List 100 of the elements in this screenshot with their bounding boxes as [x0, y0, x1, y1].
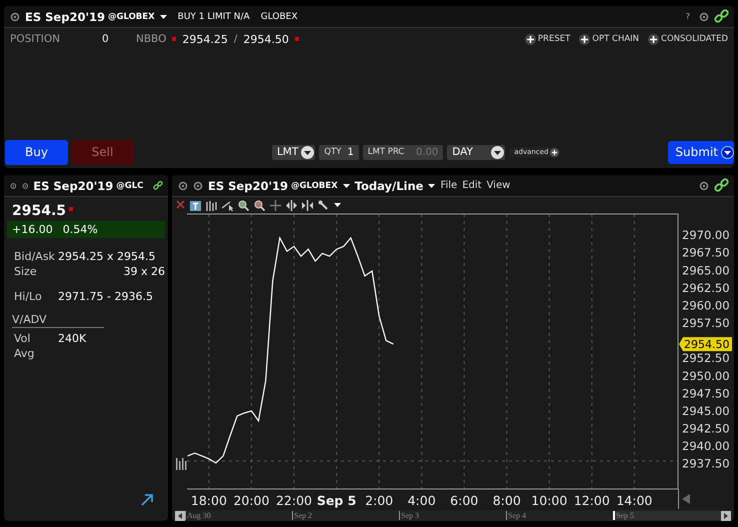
caret-icon[interactable]	[160, 14, 167, 18]
caret-icon[interactable]	[428, 184, 436, 188]
time-in-force-dropdown[interactable]: DAY	[447, 144, 506, 160]
sell-button[interactable]: Sell	[71, 140, 134, 164]
volume-icon	[176, 458, 186, 470]
settings-icon[interactable]	[699, 180, 709, 190]
plus-icon[interactable]	[524, 34, 536, 44]
menu-item[interactable]: View	[486, 180, 510, 191]
quantity-field[interactable]: QTY 1	[319, 144, 359, 160]
exchange-label[interactable]: @GLC	[116, 180, 144, 190]
axis-label: 2:00	[365, 493, 394, 508]
date-label: Sep 3	[399, 511, 506, 520]
price-tag: 2954.50	[679, 337, 732, 352]
symbol-label[interactable]: ES Sep20'19	[33, 178, 114, 192]
field-label: Bid/Ask	[14, 250, 56, 263]
field-label: Hi/Lo	[14, 290, 43, 303]
plus-icon[interactable]	[579, 34, 590, 44]
field-value: 2971.75 - 2936.5	[58, 290, 154, 303]
date-label: Sep 2	[292, 511, 399, 520]
nbbo-label: NBBO	[136, 33, 166, 45]
field-label: Vol	[14, 332, 32, 345]
text-icon[interactable]	[190, 200, 201, 210]
expand-icon[interactable]	[286, 200, 297, 210]
zoom-out-icon[interactable]	[254, 200, 265, 210]
field-label: Avg	[14, 347, 36, 360]
axis-label: 2950.00	[682, 368, 730, 383]
axis-label: 2947.50	[682, 386, 730, 400]
exchange-label[interactable]: @GLOBEX	[290, 180, 338, 190]
arrow-icon[interactable]	[140, 493, 154, 507]
axis-label: 2960.00	[682, 298, 730, 312]
buy-button[interactable]: Buy	[5, 140, 68, 164]
field-value: 240K	[58, 332, 88, 345]
wrench-icon[interactable]	[318, 200, 329, 210]
scroll-right-icon[interactable]	[721, 510, 731, 520]
settings-icon[interactable]	[699, 12, 709, 22]
last-price: 2954.5	[12, 203, 66, 219]
help-button[interactable]: ?	[686, 12, 690, 21]
add-button[interactable]: CONSOLIDATED	[645, 34, 728, 44]
link-icon[interactable]	[714, 178, 730, 194]
plus-icon[interactable]	[648, 34, 660, 44]
ask-price: 2954.50	[243, 32, 289, 46]
axis-label: 4:00	[408, 493, 436, 508]
field-value: 39 x 26	[122, 265, 166, 278]
scroll-left-icon[interactable]	[175, 510, 185, 520]
dropdown-icon[interactable]	[491, 146, 504, 158]
axis-label: 6:00	[450, 493, 478, 508]
date-label: Sep 5	[613, 511, 721, 520]
compress-icon[interactable]	[302, 200, 313, 210]
price-chart[interactable]: 2937.50 2940.00 2942.50 2945.00 2947.50 2950.00 2952.50 2957.50 2960.00 2962.50 2965.00 2967.50 2970.00 18:00 20:00 22:00 Sep 5 2:00 4:00 6:00 8:00 10:00 12:00 14:00 2954.50	[172, 212, 734, 509]
axis-label: 2942.50	[682, 422, 730, 436]
date-label: Aug 30	[185, 511, 292, 520]
axis-label: 2957.50	[682, 316, 730, 330]
axis-label: 2967.50	[682, 246, 730, 260]
axis-label: 18:00	[190, 493, 227, 508]
axis-label: 10:00	[531, 493, 568, 508]
limit-price-field[interactable]: LMT PRC 0.00	[362, 144, 444, 160]
axis-label: 20:00	[233, 493, 270, 508]
zoom-in-icon[interactable]	[238, 200, 249, 210]
menu-item[interactable]: File	[440, 180, 458, 191]
add-button[interactable]: PRESET	[522, 34, 570, 44]
section-title: V/ADV	[12, 313, 104, 328]
axis-label: 2970.00	[682, 228, 730, 242]
view-menu[interactable]: Today/Line	[354, 178, 424, 192]
axis-label: 8:00	[492, 493, 521, 508]
crosshair-icon[interactable]	[270, 200, 281, 210]
position-label: POSITION	[10, 33, 61, 45]
link-icon[interactable]	[714, 8, 730, 24]
order-type-dropdown[interactable]: LMT	[272, 144, 316, 160]
position-value: 0	[102, 33, 110, 45]
symbol-label[interactable]: ES Sep20'19	[208, 178, 288, 192]
axis-label: Sep 5	[316, 493, 356, 508]
exchange-label[interactable]: @GLOBEX	[108, 12, 155, 22]
axis-label: 12:00	[574, 493, 610, 508]
submit-button[interactable]: Submit	[668, 140, 734, 164]
arrow-icon	[682, 494, 690, 504]
field-label: Size	[14, 265, 38, 278]
order-summary: BUY 1 LIMIT N/A	[178, 12, 250, 22]
dropdown-icon[interactable]	[721, 146, 734, 158]
separator: /	[234, 33, 238, 45]
menu-item[interactable]: Edit	[462, 180, 482, 191]
field-value: 2954.25 x 2954.5	[58, 250, 156, 263]
axis-label: 2937.50	[682, 456, 730, 471]
timeline-navigator[interactable]: Aug 30 Sep 2 Sep 3 Sep 4 Sep 5	[175, 510, 731, 521]
add-button[interactable]: OPT CHAIN	[576, 34, 640, 44]
draw-line-icon[interactable]	[222, 200, 233, 210]
caret-icon[interactable]	[342, 184, 350, 188]
dropdown-icon[interactable]	[301, 146, 314, 158]
symbol-label[interactable]: ES Sep20'19	[25, 10, 105, 24]
axis-label: 2952.50	[682, 351, 730, 366]
bars-icon[interactable]	[206, 200, 217, 210]
axis-label: 22:00	[276, 493, 312, 508]
axis-label: 2965.00	[682, 263, 730, 278]
axis-label: 2962.50	[682, 280, 730, 295]
route-label: GLOBEX	[260, 12, 298, 22]
change-percent: 0.54%	[62, 223, 98, 236]
plus-icon[interactable]	[550, 148, 560, 156]
change-value: +16.00	[12, 223, 53, 236]
limit-price-input[interactable]: 0.00	[410, 146, 438, 158]
axis-label: 2940.00	[682, 439, 730, 454]
axis-label: 14:00	[616, 493, 652, 508]
